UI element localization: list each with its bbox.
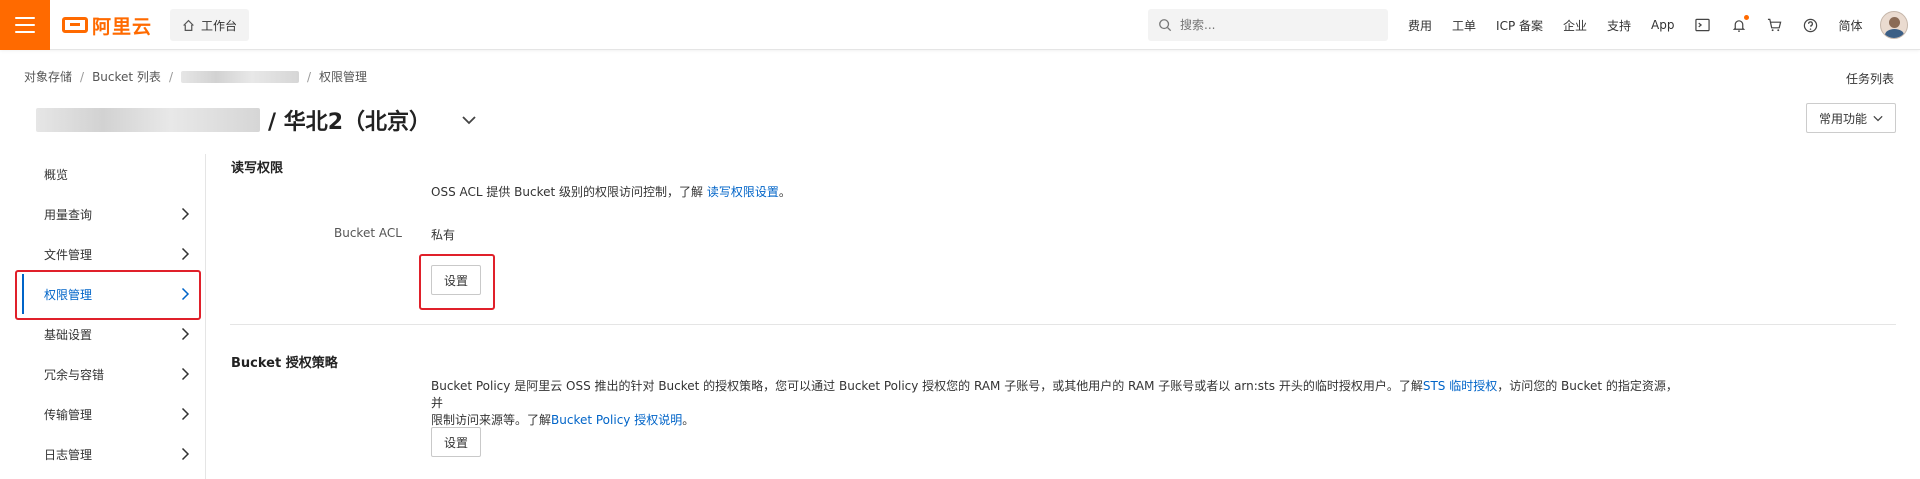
sidebar-item-label: 传输管理 — [44, 407, 93, 422]
policy-settings-button[interactable]: 设置 — [431, 427, 481, 457]
task-list-link[interactable]: 任务列表 — [1846, 70, 1894, 87]
sidebar-item-basic-settings[interactable]: 基础设置 — [22, 314, 198, 354]
policy-description-line1: Bucket Policy 是阿里云 OSS 推出的针对 Bucket 的授权策… — [431, 378, 1681, 412]
search-input[interactable] — [1180, 18, 1370, 32]
chevron-right-icon — [181, 327, 190, 341]
sidebar-item-usage-query[interactable]: 用量查询 — [22, 194, 198, 234]
chevron-down-icon[interactable] — [461, 112, 477, 128]
nav-link-icp[interactable]: ICP 备案 — [1496, 17, 1543, 34]
bucket-acl-label: Bucket ACL — [334, 226, 402, 240]
sidebar-item-transfer-management[interactable]: 传输管理 — [22, 394, 198, 434]
notification-dot — [1743, 15, 1749, 20]
home-icon — [183, 19, 194, 31]
cart-icon[interactable] — [1767, 17, 1783, 33]
sidebar: 概览 用量查询 文件管理 权限管理 基础设置 冗余与容错 传输管理 日志管理 — [22, 154, 206, 479]
aliyun-logo-mark — [62, 17, 88, 33]
sidebar-item-label: 概览 — [44, 167, 69, 182]
breadcrumb-current: 权限管理 — [319, 70, 368, 84]
chevron-down-icon — [1873, 115, 1883, 122]
sidebar-item-label: 基础设置 — [44, 327, 93, 342]
chevron-right-icon — [181, 447, 190, 461]
sidebar-item-label: 文件管理 — [44, 247, 93, 262]
bucket-acl-value: 私有 — [431, 228, 456, 242]
policy-description-text: 。 — [682, 413, 695, 427]
nav-link-ticket[interactable]: 工单 — [1452, 17, 1476, 34]
sidebar-item-log-management[interactable]: 日志管理 — [22, 434, 198, 474]
chevron-right-icon — [181, 207, 190, 221]
acl-description: OSS ACL 提供 Bucket 级别的权限访问控制，了解 读写权限设置。 — [431, 184, 791, 201]
policy-description-text: Bucket Policy 是阿里云 OSS 推出的针对 Bucket 的授权策… — [431, 379, 1423, 393]
sidebar-item-label: 日志管理 — [44, 447, 93, 462]
chevron-right-icon — [181, 287, 190, 301]
breadcrumb: 对象存储 / Bucket 列表 / / 权限管理 — [24, 68, 367, 85]
sidebar-item-permission-management[interactable]: 权限管理 — [22, 274, 198, 314]
sts-doc-link[interactable]: STS 临时授权 — [1423, 379, 1497, 393]
bucket-region: / 华北2（北京） — [268, 110, 432, 135]
breadcrumb-separator: / — [168, 69, 173, 84]
page-title: / 华北2（北京） — [36, 104, 477, 136]
chevron-right-icon — [181, 407, 190, 421]
acl-description-text: OSS ACL 提供 Bucket 级别的权限访问控制，了解 — [431, 185, 704, 199]
section-divider — [230, 324, 1896, 325]
sidebar-item-label: 权限管理 — [44, 287, 93, 302]
acl-doc-link[interactable]: 读写权限设置 — [707, 185, 779, 199]
sidebar-item-redundancy[interactable]: 冗余与容错 — [22, 354, 198, 394]
bell-icon[interactable] — [1731, 15, 1749, 33]
bucket-name-redacted — [36, 108, 260, 132]
aliyun-logo[interactable]: 阿里云 — [62, 14, 153, 38]
workbench-label: 工作台 — [201, 18, 238, 33]
top-navbar: 阿里云 工作台 费用 工单 ICP 备案 企业 支持 App 简体 — [0, 0, 1920, 50]
sidebar-item-label: 用量查询 — [44, 207, 93, 222]
breadcrumb-bucket-name-redacted[interactable] — [180, 70, 299, 83]
help-icon[interactable] — [1803, 17, 1819, 33]
nav-link-enterprise[interactable]: 企业 — [1563, 17, 1587, 34]
nav-link-support[interactable]: 支持 — [1607, 17, 1631, 34]
breadcrumb-oss[interactable]: 对象存储 — [24, 68, 72, 85]
acl-settings-button[interactable]: 设置 — [431, 265, 481, 295]
sidebar-item-label: 冗余与容错 — [44, 367, 105, 382]
common-functions-dropdown[interactable]: 常用功能 — [1806, 103, 1896, 133]
hamburger-menu-icon[interactable] — [0, 0, 50, 50]
search-icon — [1159, 19, 1172, 32]
acl-description-end: 。 — [778, 185, 791, 199]
global-search[interactable] — [1148, 9, 1388, 41]
workbench-button[interactable]: 工作台 — [170, 9, 250, 41]
chevron-right-icon — [181, 247, 190, 261]
sidebar-item-overview[interactable]: 概览 — [22, 154, 198, 194]
policy-description-line2: 限制访问来源等。了解Bucket Policy 授权说明。 — [431, 412, 1681, 429]
policy-description: Bucket Policy 是阿里云 OSS 推出的针对 Bucket 的授权策… — [431, 378, 1681, 429]
sidebar-item-file-management[interactable]: 文件管理 — [22, 234, 198, 274]
nav-link-billing[interactable]: 费用 — [1408, 17, 1432, 34]
common-functions-label: 常用功能 — [1818, 111, 1867, 126]
bucket-policy-doc-link[interactable]: Bucket Policy 授权说明 — [551, 413, 682, 427]
acl-section-title: 读写权限 — [231, 161, 284, 176]
nav-link-app[interactable]: App — [1651, 18, 1674, 32]
breadcrumb-separator: / — [80, 69, 85, 84]
top-nav-links: 费用 工单 ICP 备案 企业 支持 App 简体 — [1408, 0, 1863, 50]
chevron-right-icon — [181, 367, 190, 381]
terminal-icon[interactable] — [1695, 17, 1711, 33]
user-avatar[interactable] — [1880, 11, 1908, 39]
logo-text: 阿里云 — [92, 15, 153, 38]
breadcrumb-bucket-list[interactable]: Bucket 列表 — [92, 68, 161, 85]
breadcrumb-separator: / — [306, 69, 312, 84]
language-switch[interactable]: 简体 — [1839, 17, 1863, 34]
policy-description-text: 限制访问来源等。了解 — [431, 413, 552, 427]
policy-section-title: Bucket 授权策略 — [231, 356, 338, 371]
